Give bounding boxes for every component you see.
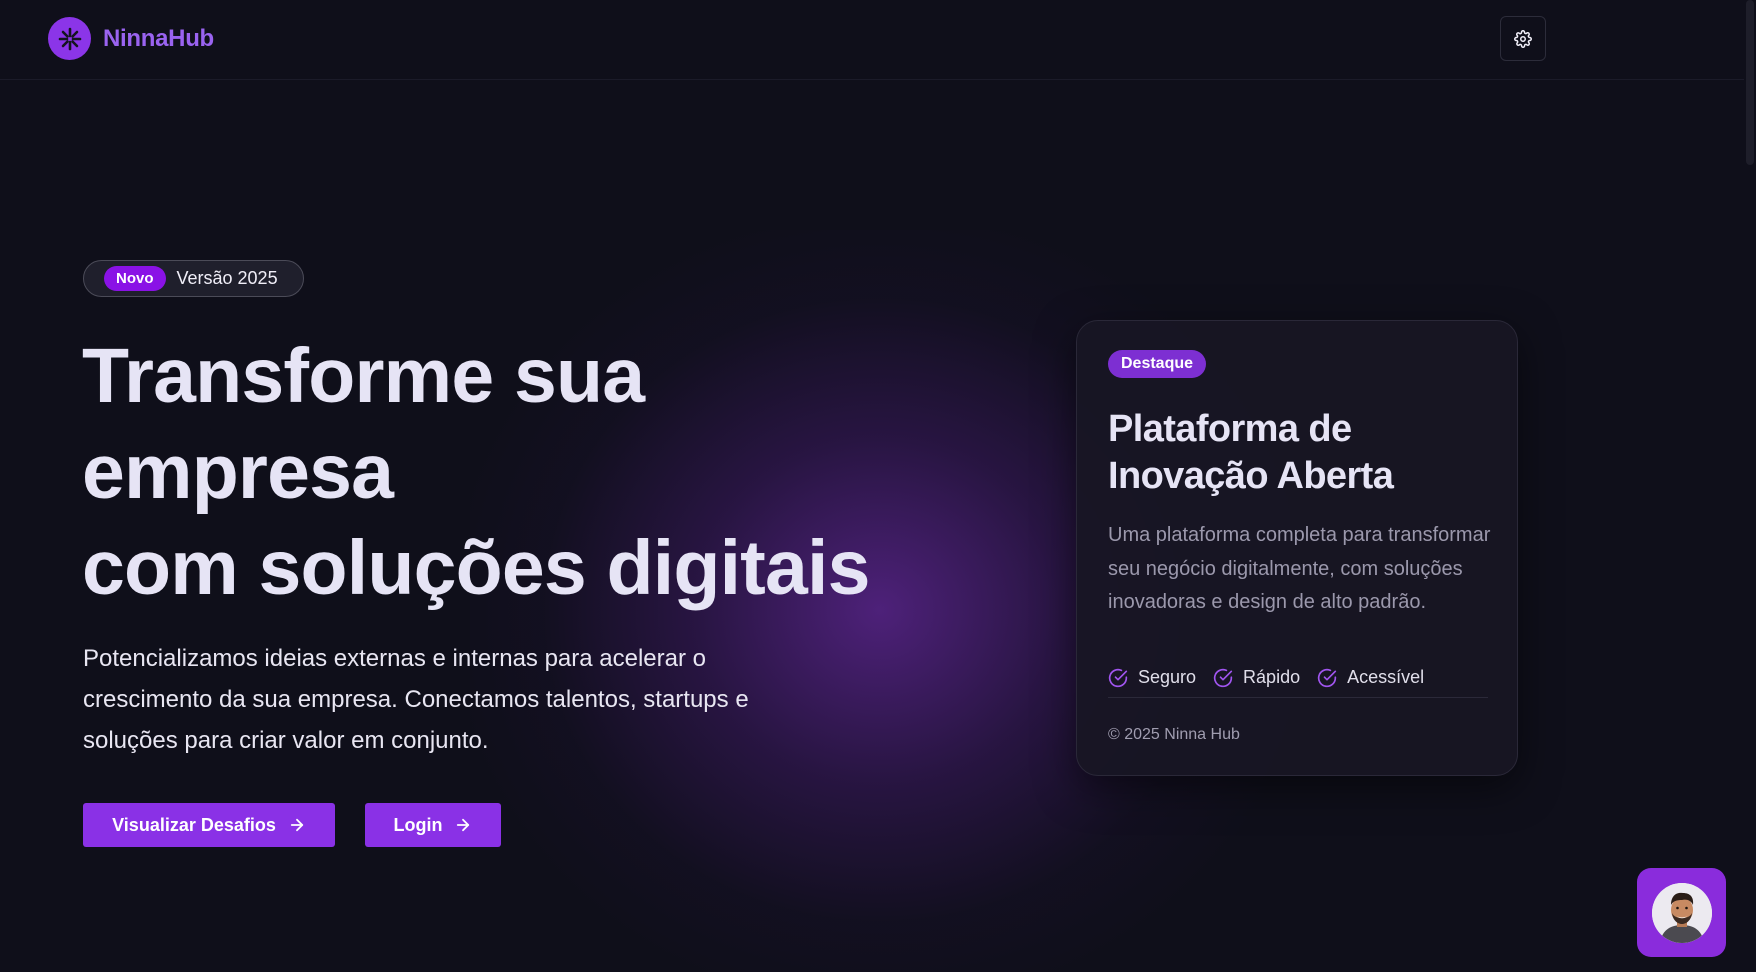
- version-badge: Novo Versão 2025: [83, 260, 304, 297]
- card-title-line: Inovação Aberta: [1108, 455, 1394, 497]
- feature-item: Seguro: [1108, 667, 1196, 688]
- asterisk-logo-icon: [48, 17, 91, 60]
- support-avatar: [1651, 882, 1712, 943]
- feature-label: Acessível: [1347, 667, 1425, 687]
- login-button[interactable]: Login: [365, 803, 501, 847]
- top-navbar: NinnaHub: [0, 0, 1756, 80]
- scrollbar-thumb[interactable]: [1746, 0, 1754, 165]
- version-label: Versão 2025: [176, 268, 278, 288]
- featured-card: Destaque Plataforma de Inovação Aberta U…: [1076, 320, 1518, 776]
- card-title-line: Plataforma de: [1108, 408, 1352, 450]
- chat-support-button[interactable]: [1637, 868, 1726, 957]
- hero-title-line: Transforme sua: [82, 333, 645, 419]
- hero-title-line: com soluções digitais: [82, 525, 870, 611]
- settings-button[interactable]: [1500, 16, 1546, 61]
- view-challenges-label: Visualizar Desafios: [112, 814, 276, 835]
- feature-label: Seguro: [1138, 667, 1197, 687]
- check-circle-icon: [1108, 668, 1128, 687]
- featured-tag: Destaque: [1108, 350, 1207, 378]
- gear-icon: [1514, 29, 1532, 48]
- login-label: Login: [393, 814, 443, 835]
- feature-label: Rápido: [1243, 667, 1301, 687]
- check-circle-icon: [1213, 668, 1233, 687]
- card-description: Uma plataforma completa para transformar…: [1108, 524, 1491, 613]
- brand-logo[interactable]: NinnaHub: [48, 17, 214, 60]
- new-badge: Novo: [104, 266, 166, 291]
- arrow-right-icon: [290, 818, 304, 832]
- hero-title-line: empresa: [82, 429, 394, 515]
- hero-title: Transforme sua empresa com soluções digi…: [82, 328, 982, 616]
- hero-description: Potencializamos ideias externas e intern…: [83, 645, 749, 754]
- card-title: Plataforma de Inovação Aberta: [1108, 406, 1498, 500]
- scrollbar[interactable]: [1744, 0, 1756, 972]
- check-circle-icon: [1317, 668, 1337, 687]
- card-divider: [1108, 697, 1488, 698]
- feature-item: Rápido: [1213, 667, 1300, 688]
- arrow-right-icon: [457, 818, 470, 832]
- view-challenges-button[interactable]: Visualizar Desafios: [83, 803, 335, 847]
- card-footer: © 2025 Ninna Hub: [1108, 726, 1240, 743]
- feature-list: Seguro Rápido Acessível: [1108, 667, 1441, 688]
- feature-item: Acessível: [1317, 667, 1424, 688]
- brand-name: NinnaHub: [103, 24, 214, 52]
